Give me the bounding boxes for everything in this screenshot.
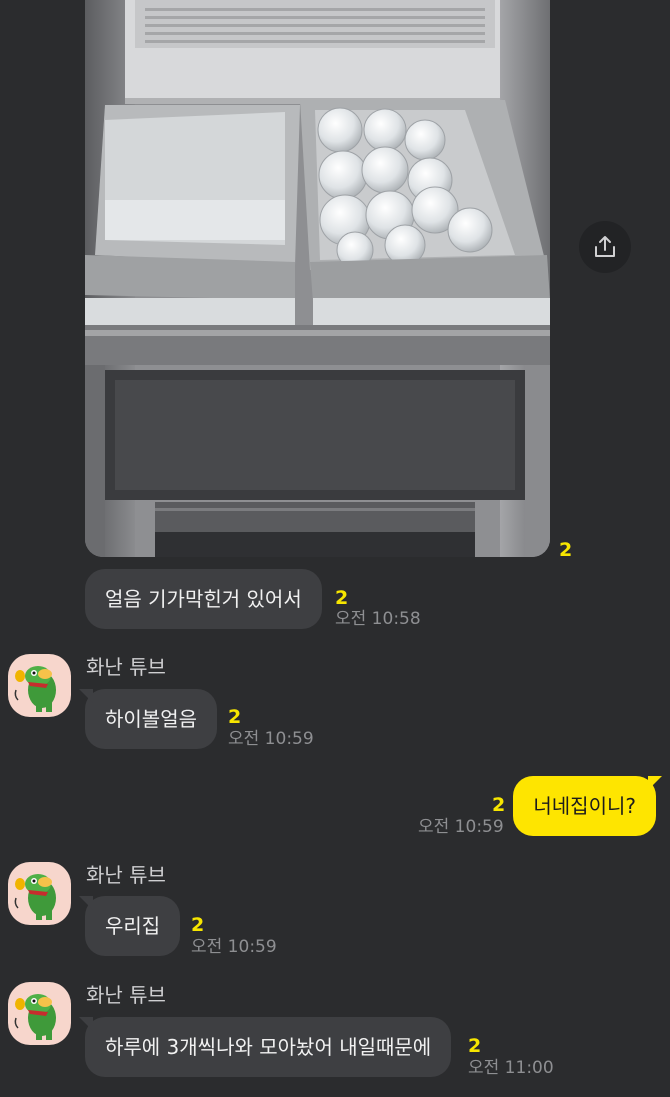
message-bubble[interactable]: 우리집 bbox=[78, 896, 181, 956]
message-time: 오전 11:00 bbox=[468, 1058, 554, 1078]
angry-tube-avatar-icon bbox=[14, 666, 56, 712]
message-time: 오전 10:59 bbox=[191, 937, 277, 957]
freezer-ice-photo bbox=[85, 0, 550, 557]
chat-screen: 2 얼음 기가막힌거 있어서 2 오전 10:58 화난 튜브 하이볼얼음 2 … bbox=[0, 0, 670, 1097]
unread-count: 2 bbox=[492, 794, 506, 816]
message-time: 오전 10:59 bbox=[418, 817, 504, 837]
sender-name: 화난 튜브 bbox=[86, 863, 166, 887]
sender-name: 화난 튜브 bbox=[86, 983, 166, 1007]
unread-count: 2 bbox=[228, 706, 242, 728]
photo-unread-count: 2 bbox=[559, 539, 573, 561]
message-bubble[interactable]: 하이볼얼음 bbox=[79, 689, 217, 749]
share-icon bbox=[595, 236, 615, 257]
photo-message-image[interactable] bbox=[85, 0, 550, 557]
share-button[interactable] bbox=[579, 221, 631, 273]
sender-name: 화난 튜브 bbox=[86, 655, 166, 679]
message-time: 오전 10:59 bbox=[228, 729, 314, 749]
message-bubble[interactable]: 얼음 기가막힌거 있어서 bbox=[85, 569, 322, 629]
my-message-bubble[interactable]: 너네집이니? bbox=[513, 776, 662, 836]
message-time: 오전 10:58 bbox=[335, 609, 421, 629]
sender-avatar[interactable] bbox=[8, 654, 71, 717]
angry-tube-avatar-icon bbox=[14, 874, 56, 920]
unread-count: 2 bbox=[191, 914, 205, 936]
sender-avatar[interactable] bbox=[8, 982, 71, 1045]
sender-avatar[interactable] bbox=[8, 862, 71, 925]
message-bubble[interactable]: 하루에 3개씩나와 모아놨어 내일때문에 bbox=[78, 1017, 452, 1077]
angry-tube-avatar-icon bbox=[14, 994, 56, 1040]
unread-count: 2 bbox=[335, 587, 349, 609]
unread-count: 2 bbox=[468, 1035, 482, 1057]
